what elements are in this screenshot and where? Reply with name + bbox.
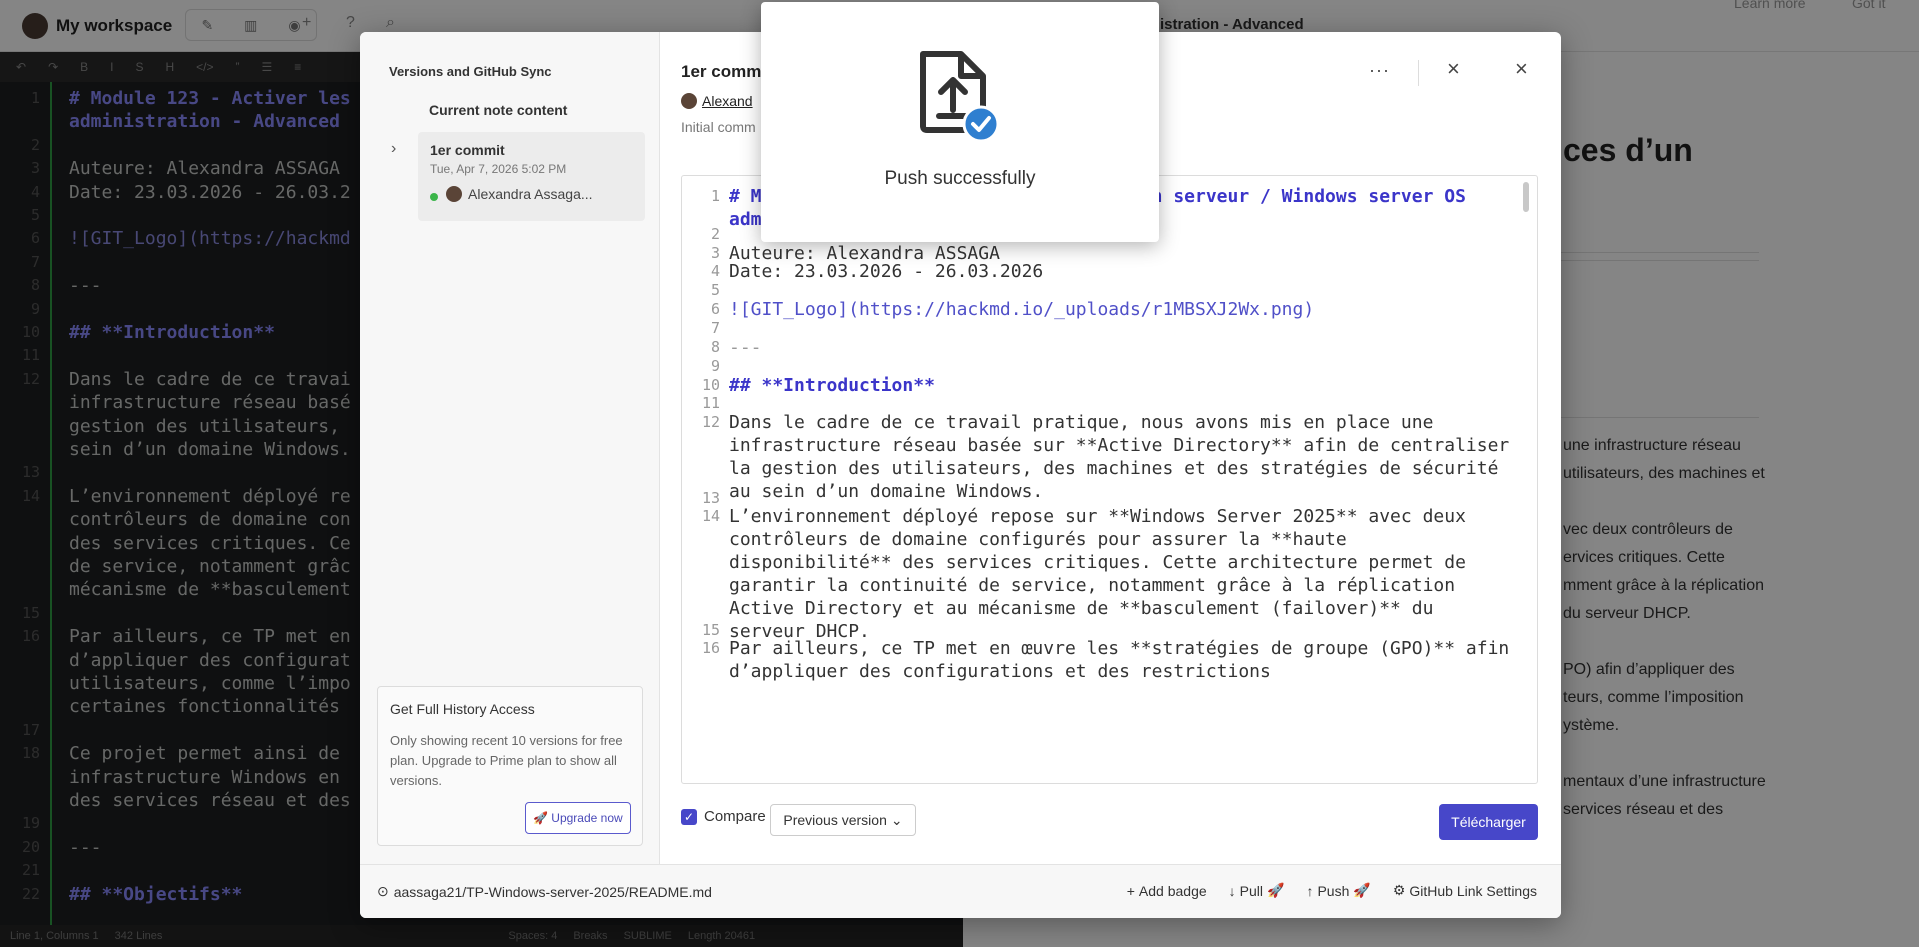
add-badge-button[interactable]: + Add badge (1127, 882, 1207, 899)
github-settings-label: GitHub Link Settings (1409, 882, 1537, 899)
download-button[interactable]: Télécharger (1439, 804, 1538, 840)
avatar (446, 186, 462, 202)
line-text: --- (729, 336, 762, 358)
line-text: ## **Introduction** (729, 374, 935, 396)
rocket-icon: 🚀 (1267, 882, 1285, 898)
pull-label: Pull (1239, 882, 1264, 899)
line-text: Dans le cadre de ce travail pratique, no… (729, 412, 1521, 503)
commit-name: 1er commit (430, 142, 505, 158)
versions-sidebar: Versions and GitHub Sync Current note co… (360, 32, 660, 864)
modal-footer: ⊙ aassaga21/TP-Windows-server-2025/READM… (360, 864, 1561, 918)
rocket-icon: 🚀 (533, 811, 549, 825)
github-icon: ⊙ (377, 883, 389, 899)
arrow-up-icon: ↑ (1306, 882, 1314, 899)
previous-version-label: Previous version (783, 812, 887, 828)
version-author[interactable]: Alexand (681, 93, 753, 109)
arrow-down-icon: ↓ (1228, 882, 1236, 899)
commit-message: Initial comm (681, 119, 756, 135)
upgrade-button[interactable]: 🚀 Upgrade now (525, 802, 631, 834)
version-author-name: Alexand (702, 93, 753, 109)
avatar (681, 93, 697, 109)
close-icon[interactable]: × (1447, 56, 1460, 82)
toast-message: Push successfully (884, 168, 1036, 189)
line-text: Date: 23.03.2026 - 26.03.2026 (729, 261, 1044, 283)
line-number: 12 (701, 413, 720, 432)
upsell-title: Get Full History Access (390, 701, 535, 717)
version-title: 1er comm (681, 62, 762, 81)
upgrade-label: Upgrade now (551, 811, 623, 825)
upsell-body: Only showing recent 10 versions for free… (390, 733, 623, 788)
plus-icon: + (1126, 882, 1135, 899)
rocket-icon: 🚀 (1353, 882, 1371, 898)
gear-icon: ⚙ (1392, 882, 1406, 898)
scrollbar[interactable] (1523, 182, 1529, 212)
diff-view[interactable]: 1# Module 123 - Activer les services d’u… (681, 175, 1538, 784)
commit-item[interactable]: 1er commit Tue, Apr 7, 2026 5:02 PM Alex… (418, 132, 645, 221)
file-upload-success-icon (920, 51, 1000, 142)
more-icon[interactable]: ··· (1369, 60, 1390, 81)
sidebar-title: Versions and GitHub Sync (389, 64, 552, 79)
line-text: Par ailleurs, ce TP met en œuvre les **s… (729, 638, 1521, 683)
compare-toggle[interactable]: ✓ Compare (681, 808, 766, 825)
push-label: Push (1317, 882, 1350, 899)
line-number: 1 (710, 187, 720, 205)
line-text: ![GIT_Logo](https://hackmd.io/_uploads/r… (729, 299, 1315, 321)
online-dot (430, 193, 438, 201)
previous-version-select[interactable]: Previous version ⌄ (770, 804, 916, 836)
compare-label: Compare (704, 808, 766, 825)
push-button[interactable]: ↑ Push 🚀 (1306, 882, 1370, 899)
close-modal-icon[interactable]: × (1515, 56, 1528, 82)
pull-button[interactable]: ↓ Pull 🚀 (1229, 882, 1285, 899)
repo-path: ⊙ aassaga21/TP-Windows-server-2025/READM… (377, 883, 712, 900)
chevron-right-icon[interactable]: › (391, 140, 396, 158)
push-success-toast: Push successfully (761, 2, 1159, 242)
github-link-settings-button[interactable]: ⚙ GitHub Link Settings (1393, 882, 1537, 899)
chevron-down-icon: ⌄ (890, 811, 903, 828)
checkbox-checked-icon[interactable]: ✓ (681, 808, 697, 825)
add-badge-label: Add badge (1138, 882, 1207, 899)
footer-actions: + Add badge ↓ Pull 🚀 ↑ Push 🚀 ⚙ GitHub Link Se… (1127, 882, 1537, 899)
line-text: L’environnement déployé repose sur **Win… (729, 506, 1477, 643)
line-number: 16 (701, 639, 720, 658)
divider (1418, 60, 1419, 86)
upsell-card: Get Full History Access Only showing rec… (377, 686, 643, 846)
line-number: 14 (701, 507, 720, 526)
commit-date: Tue, Apr 7, 2026 5:02 PM (430, 162, 567, 176)
commit-author-name: Alexandra Assaga... (468, 186, 593, 202)
repo-path-text: aassaga21/TP-Windows-server-2025/README.… (393, 883, 712, 900)
commit-author: Alexandra Assaga... (446, 186, 593, 202)
current-note-item[interactable]: Current note content (429, 102, 567, 118)
